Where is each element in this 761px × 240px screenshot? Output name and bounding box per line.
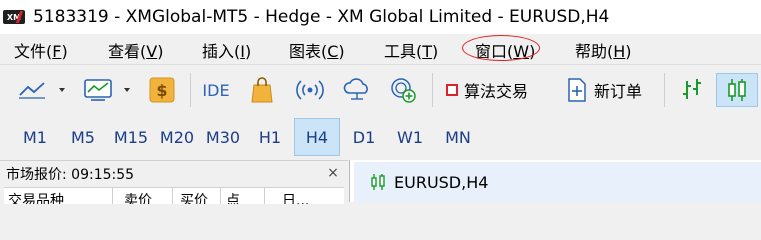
timeframe-h1[interactable]: H1 [248,118,292,156]
chevron-down-icon [59,88,65,92]
bar-chart-icon [683,79,701,99]
main-toolbar: $ IDE 算法交易 新订单 [0,64,761,115]
toolbar-separator [664,73,665,107]
signals-button[interactable] [293,73,327,107]
timeframe-m30[interactable]: M30 [200,118,246,156]
column-divider [264,188,265,204]
chart-tab-eurusd-h4[interactable]: EURUSD,H4 [354,162,761,202]
column-daily[interactable]: 日... [282,190,309,204]
menu-view[interactable]: 查看(V) [108,38,163,62]
market-watch-panel: 市场报价: 09:15:55 × 交易品种 卖价 买价 点 日... [0,160,348,204]
timeframe-m15[interactable]: M15 [108,118,154,156]
timeframe-d1[interactable]: D1 [342,118,386,156]
vps-button[interactable] [340,73,374,107]
market-watch-table-header: 交易品种 卖价 买价 点 日... [4,187,344,204]
timeframe-m1[interactable]: M1 [12,118,58,156]
new-order-label: 新订单 [594,82,643,101]
chart-tab-label: EURUSD,H4 [394,172,489,192]
menu-bar: 文件(F) 查看(V) 插入(I) 图表(C) 工具(T) 窗口(W) 帮助(H… [0,34,761,62]
mt5-window: XM 5183319 - XMGlobal-MT5 - Hedge - XM G… [0,0,761,204]
cloud-icon [343,78,368,100]
candlestick-icon [371,174,385,190]
column-divider [220,188,221,204]
market-button[interactable] [246,73,278,107]
xm-logo-icon: XM [3,10,25,24]
timeframe-h4[interactable]: H4 [294,118,340,156]
menu-help[interactable]: 帮助(H) [575,38,632,62]
toolbar-separator [432,73,433,107]
column-bid[interactable]: 卖价 [124,190,152,204]
line-chart-button[interactable] [14,73,50,107]
menu-tools[interactable]: 工具(T) [384,38,438,62]
ide-button[interactable]: IDE [198,73,234,107]
dollar-icon: $ [149,77,175,103]
signal-broadcast-icon [296,80,324,100]
timeframe-m5[interactable]: M5 [60,118,106,156]
column-points[interactable]: 点 [226,190,240,204]
menu-window[interactable]: 窗口(W) [475,38,535,62]
candlestick-chart-button[interactable] [716,73,758,107]
window-title: 5183319 - XMGlobal-MT5 - Hedge - XM Glob… [33,7,610,27]
ide-label: IDE [202,80,230,100]
dollar-button[interactable]: $ [146,73,178,107]
new-order-button[interactable]: 新订单 [562,73,662,107]
svg-text:$: $ [156,81,167,100]
bar-chart-button[interactable] [674,73,710,107]
chart-area: EURUSD,H4 [349,160,761,202]
menu-file[interactable]: 文件(F) [14,38,68,62]
market-watch-title: 市场报价: 09:15:55 [6,167,135,183]
column-divider [112,188,113,204]
toolbar-separator [190,73,191,107]
timeframe-mn[interactable]: MN [434,118,482,156]
globe-plus-icon [391,78,416,103]
column-ask[interactable]: 买价 [180,190,208,204]
menu-insert[interactable]: 插入(I) [202,38,251,62]
timeframe-toolbar: M1 M5 M15 M20 M30 H1 H4 D1 W1 MN [0,116,761,158]
chevron-down-icon [124,88,130,92]
line-chart-dropdown[interactable] [56,73,68,107]
title-bar: XM 5183319 - XMGlobal-MT5 - Hedge - XM G… [0,0,761,34]
timeframe-w1[interactable]: W1 [388,118,432,156]
shopping-bag-icon [251,77,273,103]
algo-trading-label: 算法交易 [464,82,529,101]
menu-chart[interactable]: 图表(C) [289,38,345,62]
stop-square-icon [446,84,458,96]
timeframe-m20[interactable]: M20 [154,118,200,156]
algo-trading-button[interactable]: 算法交易 [442,73,554,107]
chart-display-button[interactable] [80,73,116,107]
monitor-chart-icon [84,79,112,101]
candlestick-icon [728,79,746,101]
column-symbol[interactable]: 交易品种 [8,190,64,204]
chart-display-dropdown[interactable] [121,73,133,107]
column-divider [172,188,173,204]
close-icon[interactable]: × [326,165,340,181]
add-community-button[interactable] [386,73,420,107]
new-order-icon [568,78,586,102]
line-chart-icon [19,82,45,99]
